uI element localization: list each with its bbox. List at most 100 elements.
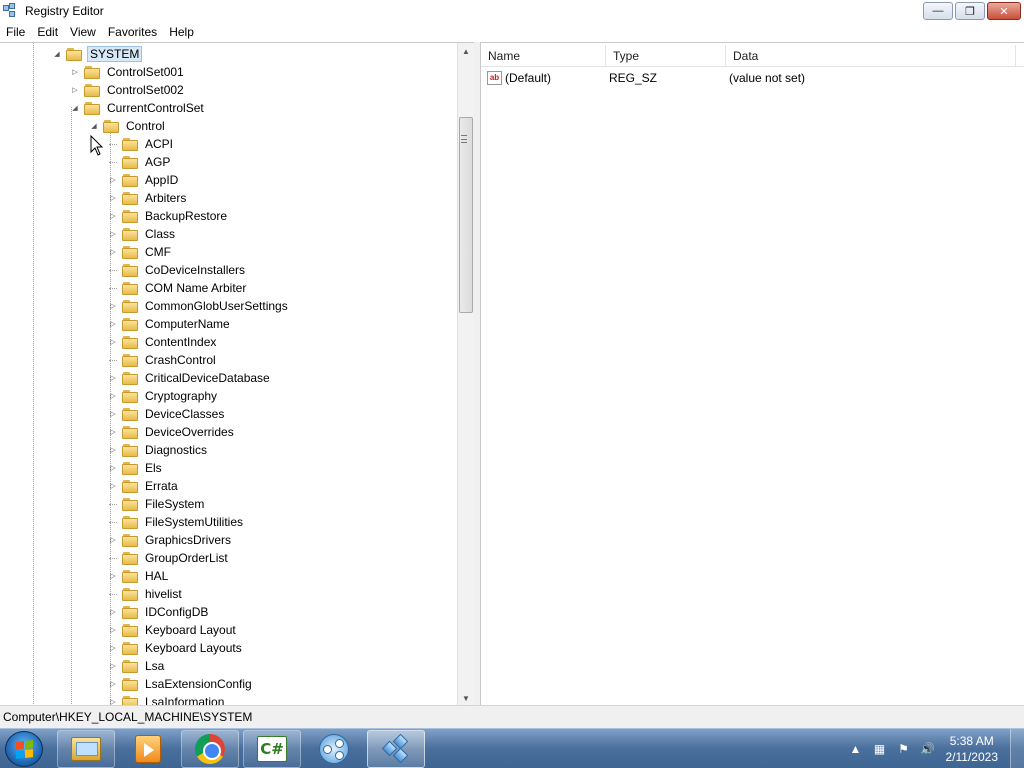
collapsed-arrow-icon[interactable]: ▷ [108, 301, 118, 311]
collapsed-arrow-icon[interactable]: ▷ [108, 427, 118, 437]
tree-node[interactable]: ▷ Keyboard Layouts [108, 639, 244, 657]
menu-edit[interactable]: Edit [31, 25, 64, 39]
taskbar-chrome[interactable] [181, 730, 239, 768]
tree-node[interactable]: ▷ LsaExtensionConfig [108, 675, 254, 693]
expanded-arrow-icon[interactable]: ◢ [52, 49, 62, 59]
collapsed-arrow-icon[interactable]: ▷ [108, 247, 118, 257]
tree-scrollbar[interactable]: ▲ ▼ [457, 43, 474, 705]
scroll-down-arrow-icon[interactable]: ▼ [458, 690, 474, 705]
collapsed-arrow-icon[interactable]: ▷ [70, 67, 80, 77]
collapsed-arrow-icon[interactable]: ▷ [108, 679, 118, 689]
collapsed-arrow-icon[interactable]: ▷ [108, 175, 118, 185]
tree-node[interactable]: hivelist [108, 585, 184, 603]
tree-node[interactable]: GroupOrderList [108, 549, 230, 567]
expanded-arrow-icon[interactable]: ◢ [70, 103, 80, 113]
collapsed-arrow-icon[interactable]: ▷ [108, 535, 118, 545]
restore-button[interactable]: ❐ [955, 2, 985, 20]
collapsed-arrow-icon[interactable]: ▷ [108, 211, 118, 221]
collapsed-arrow-icon[interactable]: ▷ [108, 625, 118, 635]
column-header-name[interactable]: Name [481, 45, 606, 67]
tree-node[interactable]: ▷ IDConfigDB [108, 603, 210, 621]
action-center-flag-icon[interactable]: ⚑ [896, 741, 912, 757]
collapsed-arrow-icon[interactable]: ▷ [108, 337, 118, 347]
collapsed-arrow-icon[interactable]: ▷ [108, 607, 118, 617]
tree-node-label: DeviceClasses [145, 407, 225, 421]
taskbar-circles-app[interactable] [305, 730, 363, 768]
tree-node[interactable]: ▷ GraphicsDrivers [108, 531, 233, 549]
tree-node[interactable]: ▷ Keyboard Layout [108, 621, 238, 639]
taskbar-media-player[interactable] [119, 730, 177, 768]
tree-node-label: Lsa [145, 659, 165, 673]
scroll-up-arrow-icon[interactable]: ▲ [458, 43, 474, 59]
tree-node[interactable]: ◢ CurrentControlSet [70, 99, 206, 117]
status-bar: Computer\HKEY_LOCAL_MACHINE\SYSTEM [0, 705, 1024, 728]
column-header-type[interactable]: Type [606, 45, 726, 67]
collapsed-arrow-icon[interactable]: ▷ [70, 85, 80, 95]
tree-node[interactable]: ◢ SYSTEM [52, 45, 143, 63]
show-desktop-button[interactable] [1010, 729, 1024, 768]
tree-node[interactable]: COM Name Arbiter [108, 279, 248, 297]
tree-node[interactable]: ▷ ControlSet002 [70, 81, 186, 99]
tree-node[interactable]: ▷ ComputerName [108, 315, 232, 333]
clock[interactable]: 5:38 AM 2/11/2023 [946, 733, 999, 765]
tree-node[interactable]: FileSystem [108, 495, 206, 513]
collapsed-arrow-icon[interactable]: ▷ [108, 373, 118, 383]
tree-node[interactable]: ▷ BackupRestore [108, 207, 229, 225]
menu-view[interactable]: View [64, 25, 102, 39]
tree-node[interactable]: ▷ CMF [108, 243, 173, 261]
taskbar-registry-editor[interactable] [367, 730, 425, 768]
menu-favorites[interactable]: Favorites [102, 25, 163, 39]
tree-node[interactable]: ▷ Arbiters [108, 189, 188, 207]
tree-node[interactable]: CoDeviceInstallers [108, 261, 247, 279]
menu-help[interactable]: Help [163, 25, 200, 39]
collapsed-arrow-icon[interactable]: ▷ [108, 463, 118, 473]
collapsed-arrow-icon[interactable]: ▷ [108, 229, 118, 239]
close-button[interactable]: ✕ [987, 2, 1021, 20]
start-button[interactable] [5, 731, 43, 767]
value-row[interactable]: ab (Default) REG_SZ (value not set) [481, 69, 1024, 87]
tree-node[interactable]: ▷ Diagnostics [108, 441, 209, 459]
tree-node[interactable]: AGP [108, 153, 172, 171]
tree-node[interactable]: ▷ CommonGlobUserSettings [108, 297, 290, 315]
tree-node[interactable]: ACPI [108, 135, 175, 153]
tree-node[interactable]: ▷ Lsa [108, 657, 166, 675]
tree-node[interactable]: ▷ Els [108, 459, 164, 477]
expanded-arrow-icon[interactable]: ◢ [89, 121, 99, 131]
volume-icon[interactable]: 🔊 [920, 741, 936, 757]
minimize-button[interactable]: — [923, 2, 953, 20]
collapsed-arrow-icon[interactable]: ▷ [108, 391, 118, 401]
scrollbar-thumb[interactable] [459, 117, 473, 313]
tree-node[interactable]: ▷ HAL [108, 567, 170, 585]
collapsed-arrow-icon[interactable]: ▷ [108, 409, 118, 419]
collapsed-arrow-icon[interactable]: ▷ [108, 445, 118, 455]
values-list[interactable]: Name Type Data ab (Default) REG_SZ (valu… [480, 42, 1024, 705]
collapsed-arrow-icon[interactable]: ▷ [108, 571, 118, 581]
taskbar-csharp[interactable]: C# [243, 730, 301, 768]
collapsed-arrow-icon[interactable]: ▷ [108, 697, 118, 705]
network-icon[interactable]: ▦ [872, 741, 888, 757]
regedit-app-icon[interactable] [3, 3, 19, 19]
column-header-data[interactable]: Data [726, 45, 1016, 67]
tree-node[interactable]: ▷ ContentIndex [108, 333, 218, 351]
collapsed-arrow-icon[interactable]: ▷ [108, 481, 118, 491]
tree-node[interactable]: ▷ AppID [108, 171, 180, 189]
tree-node[interactable]: ▷ Cryptography [108, 387, 219, 405]
tree-node[interactable]: FileSystemUtilities [108, 513, 245, 531]
collapsed-arrow-icon[interactable]: ▷ [108, 319, 118, 329]
tree-node[interactable]: CrashControl [108, 351, 218, 369]
tree-node[interactable]: ▷ Class [108, 225, 177, 243]
tree-node[interactable]: ▷ Errata [108, 477, 180, 495]
collapsed-arrow-icon[interactable]: ▷ [108, 661, 118, 671]
tree-node[interactable]: ▷ LsaInformation [108, 693, 226, 705]
tree-node[interactable]: ▷ DeviceClasses [108, 405, 226, 423]
tree-node[interactable]: ▷ DeviceOverrides [108, 423, 236, 441]
collapsed-arrow-icon[interactable]: ▷ [108, 643, 118, 653]
tree-node[interactable]: ◢ Control [89, 117, 167, 135]
show-hidden-icons-icon[interactable]: ▲ [848, 741, 864, 757]
menu-file[interactable]: File [0, 25, 31, 39]
tree-node[interactable]: ▷ ControlSet001 [70, 63, 186, 81]
registry-tree[interactable]: ◢ SYSTEM ▷ ControlSet001 ▷ ControlSet002 ◢ Curr… [0, 42, 474, 705]
tree-node[interactable]: ▷ CriticalDeviceDatabase [108, 369, 272, 387]
collapsed-arrow-icon[interactable]: ▷ [108, 193, 118, 203]
taskbar-explorer[interactable] [57, 730, 115, 768]
